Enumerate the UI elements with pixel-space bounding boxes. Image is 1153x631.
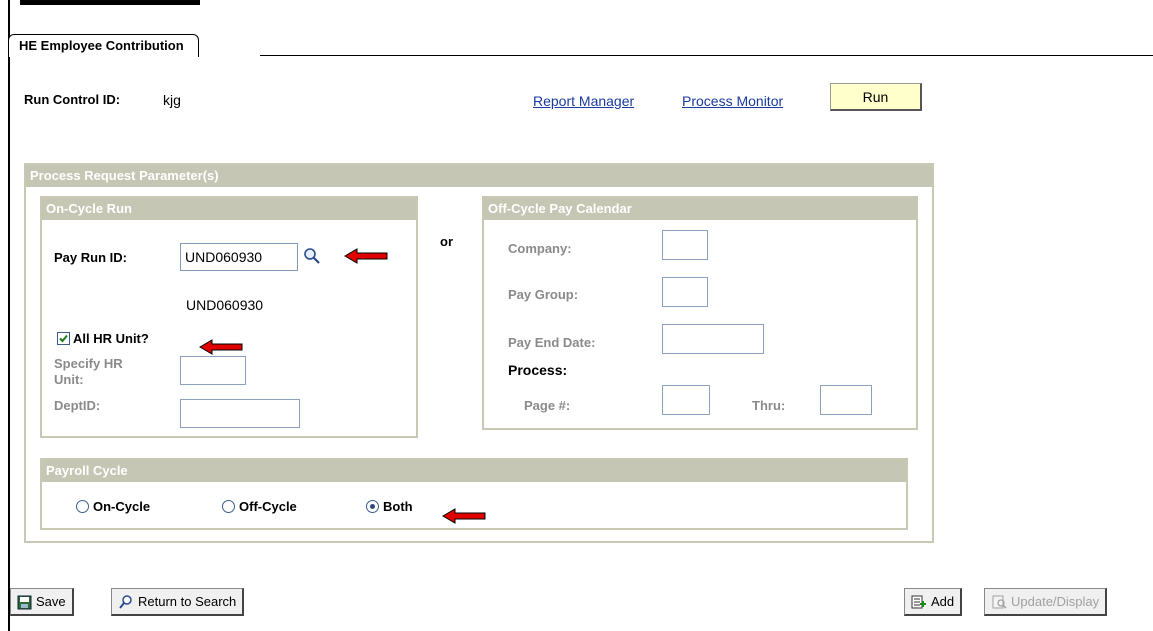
pay-run-id-description: UND060930	[186, 297, 264, 313]
pay-group-label: Pay Group:	[508, 287, 579, 302]
radio-on-cycle-circle[interactable]	[76, 500, 89, 513]
company-input[interactable]	[662, 230, 708, 260]
specify-hr-unit-label: Specify HR Unit:	[54, 356, 123, 387]
return-to-search-label: Return to Search	[138, 593, 237, 609]
or-label: or	[440, 234, 453, 249]
save-icon	[17, 594, 32, 610]
payroll-cycle-header: Payroll Cycle	[42, 460, 906, 482]
update-display-label: Update/Display	[1011, 593, 1100, 609]
radio-both[interactable]: Both	[366, 499, 413, 514]
top-title-fragment	[20, 0, 200, 5]
page-frame-left	[8, 0, 10, 631]
red-arrow-pointer-icon	[199, 339, 243, 355]
process-label: Process:	[508, 362, 568, 378]
deptid-label: DeptID:	[54, 398, 101, 413]
process-monitor-link[interactable]: Process Monitor	[682, 93, 783, 109]
run-control-label: Run Control ID:	[24, 92, 121, 107]
radio-on-cycle-label: On-Cycle	[93, 499, 151, 514]
return-to-search-button[interactable]: Return to Search	[111, 588, 245, 616]
all-hr-unit-row: All HR Unit?	[57, 331, 149, 346]
add-icon	[911, 594, 927, 610]
page-thru-input[interactable]	[820, 385, 872, 415]
radio-both-label: Both	[383, 499, 413, 514]
pay-end-date-input[interactable]	[662, 324, 764, 354]
pay-run-id-label: Pay Run ID:	[54, 250, 127, 265]
pay-group-input[interactable]	[662, 277, 708, 307]
company-label: Company:	[508, 241, 572, 256]
radio-both-circle[interactable]	[366, 500, 379, 513]
deptid-input[interactable]	[180, 399, 300, 428]
tab-he-employee-contribution[interactable]: HE Employee Contribution	[8, 34, 199, 57]
update-display-icon	[991, 594, 1007, 610]
radio-off-cycle[interactable]: Off-Cycle	[222, 499, 297, 514]
update-display-button[interactable]: Update/Display	[984, 588, 1108, 616]
run-button[interactable]: Run	[830, 83, 922, 111]
red-arrow-pointer-icon	[442, 508, 486, 524]
page-number-label: Page #:	[524, 398, 571, 413]
red-arrow-pointer-icon	[344, 248, 388, 264]
radio-off-cycle-circle[interactable]	[222, 500, 235, 513]
report-manager-link[interactable]: Report Manager	[533, 93, 634, 109]
lookup-search-icon[interactable]	[302, 246, 322, 266]
return-search-icon	[118, 594, 134, 610]
radio-on-cycle[interactable]: On-Cycle	[76, 499, 150, 514]
pay-end-date-label: Pay End Date:	[508, 335, 596, 350]
pay-run-id-input[interactable]: UND060930	[180, 243, 298, 271]
add-button[interactable]: Add	[904, 588, 963, 616]
save-button[interactable]: Save	[10, 588, 74, 616]
all-hr-unit-checkbox[interactable]	[57, 332, 70, 345]
radio-off-cycle-label: Off-Cycle	[239, 499, 297, 514]
add-label: Add	[931, 593, 955, 609]
process-request-parameters-header: Process Request Parameter(s)	[26, 165, 932, 187]
save-label: Save	[36, 593, 66, 609]
all-hr-unit-label: All HR Unit?	[73, 331, 149, 346]
specify-hr-unit-input[interactable]	[180, 356, 246, 385]
off-cycle-pay-calendar-header: Off-Cycle Pay Calendar	[484, 198, 916, 220]
thru-label: Thru:	[752, 398, 786, 413]
run-control-value: kjg	[163, 92, 181, 108]
tab-underline	[260, 55, 1153, 56]
on-cycle-run-header: On-Cycle Run	[42, 198, 416, 220]
page-from-input[interactable]	[662, 385, 710, 415]
